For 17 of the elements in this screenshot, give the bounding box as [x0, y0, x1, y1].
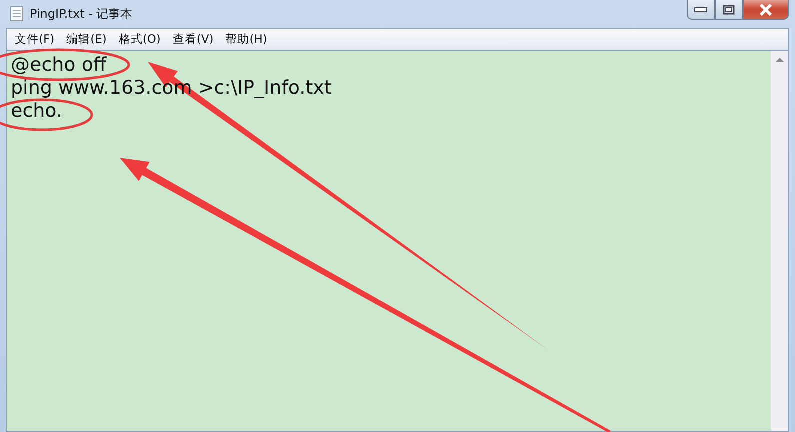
close-button[interactable]	[743, 0, 789, 20]
text-line: @echo off	[11, 55, 107, 75]
text-line: echo.	[11, 101, 63, 121]
maximize-icon	[723, 4, 735, 14]
scrollbar[interactable]	[771, 51, 788, 431]
menu-item[interactable]: 查看(V)	[172, 32, 214, 47]
close-icon	[758, 4, 774, 16]
menu-item[interactable]: 格式(O)	[118, 32, 161, 47]
notepad-icon	[10, 6, 24, 22]
menu-item[interactable]: 编辑(E)	[66, 32, 107, 47]
menu-item[interactable]: 文件(F)	[15, 32, 55, 47]
minimize-icon	[694, 6, 708, 12]
window-title: PingIP.txt - 记事本	[30, 6, 133, 22]
menu-item[interactable]: 帮助(H)	[226, 32, 268, 47]
scroll-up-icon[interactable]	[774, 57, 784, 63]
maximize-button[interactable]	[715, 0, 743, 20]
minimize-button[interactable]	[687, 0, 715, 20]
